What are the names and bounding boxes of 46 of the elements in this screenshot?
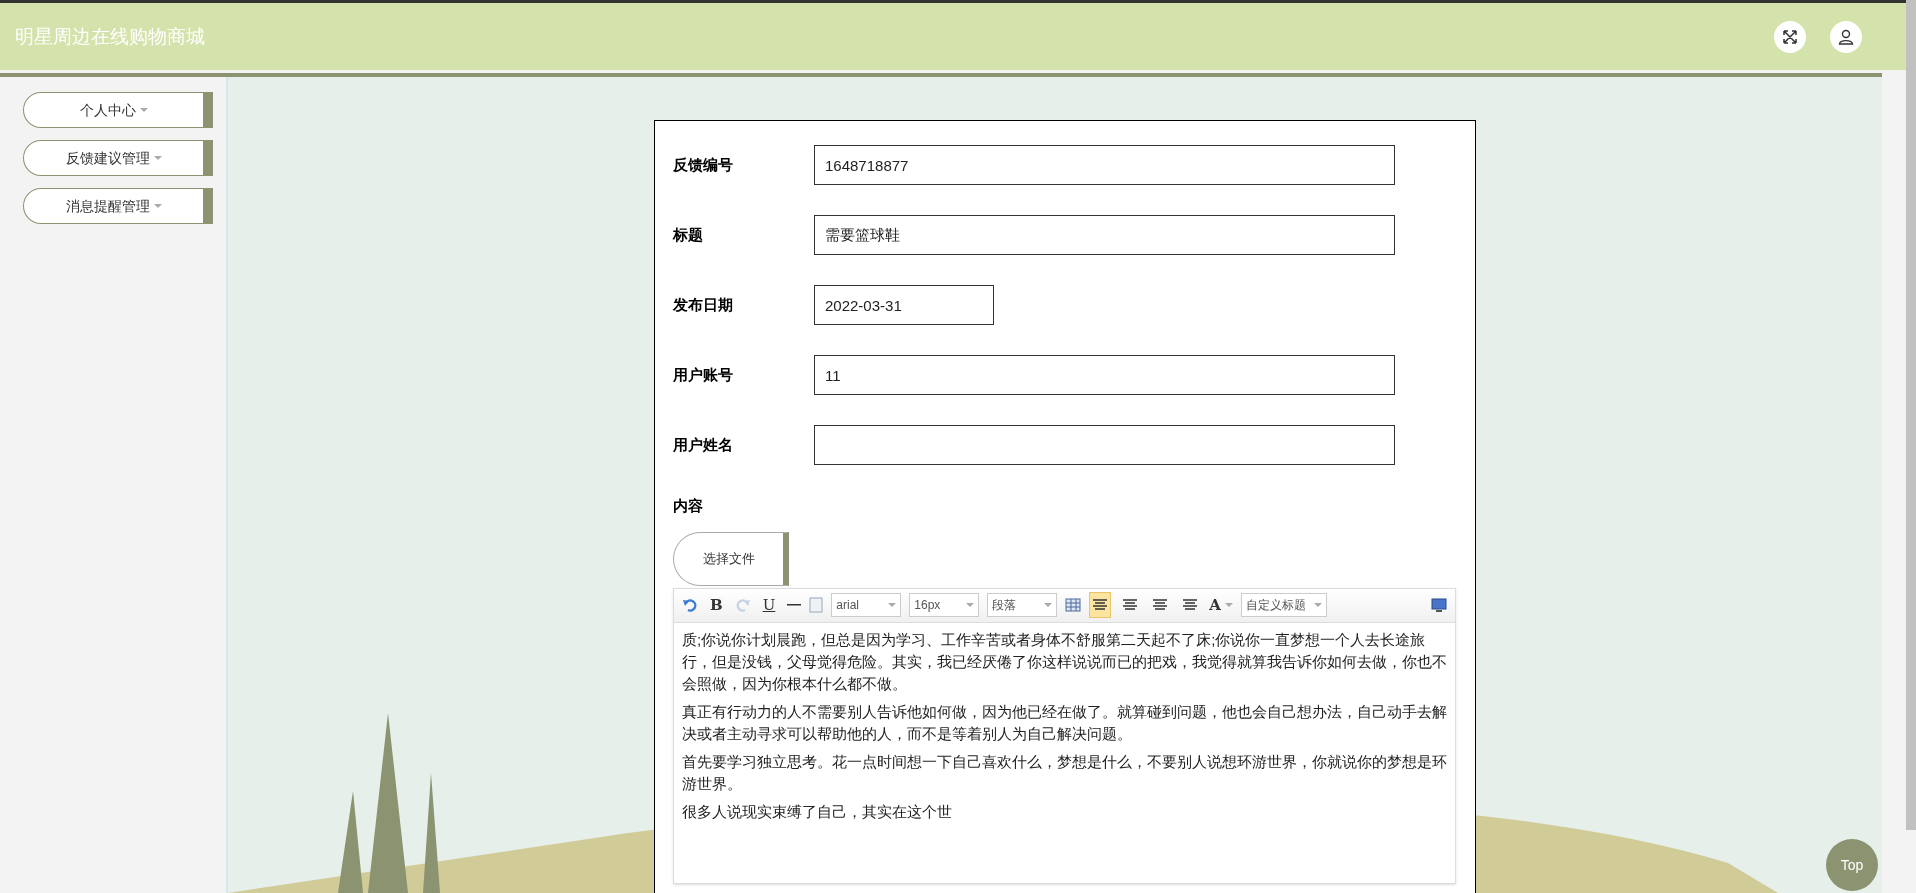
align-lines-icon: [1123, 599, 1138, 611]
underline-button[interactable]: U: [758, 592, 780, 618]
caret-icon: [966, 603, 975, 607]
editor-paragraph: 首先要学习独立思考。花一点时间想一下自己喜欢什么，梦想是什么，不要别人说想环游世界，你就说你的梦想是环游世界。: [682, 751, 1447, 794]
caret-icon: [139, 108, 148, 112]
input-field[interactable]: 1648718877: [814, 145, 1395, 185]
field-label: 反馈编号: [673, 154, 734, 175]
table-icon[interactable]: [1065, 598, 1082, 612]
editor-paragraph: 质;你说你计划晨跑，但总是因为学习、工作辛苦或者身体不舒服第二天起不了床;你说你一直梦想一个人去长途旅行，但是没钱，父母觉得危险。其实，我已经厌倦了你这样说说而已的把戏，我觉得就算我告诉你如何去做，你也不会照做，因为你根本什么都不做。: [682, 629, 1447, 694]
align-lines-icon: [1183, 599, 1198, 611]
site-title: 明星周边在线购物商城: [15, 24, 205, 50]
undo-icon[interactable]: [682, 597, 698, 613]
caret-icon: [153, 204, 162, 208]
bold-button[interactable]: B: [706, 592, 727, 618]
font-color-button[interactable]: A: [1209, 592, 1233, 618]
editor-paragraph: 真正有行动力的人不需要别人告诉他如何做，因为他已经在做了。就算碰到问题，他也会自己想办法，自己动手去解决或者主动寻求可以帮助他的人，而不是等着别人为自己解决问题。: [682, 701, 1447, 744]
monitor-icon[interactable]: [1431, 597, 1447, 613]
field-label: 内容: [673, 496, 704, 516]
caret-icon: [1044, 603, 1053, 607]
sidebar-menu-item[interactable]: 消息提醒管理: [23, 188, 213, 224]
sidebar-menu-item[interactable]: 个人中心: [23, 92, 213, 128]
field-label: 用户账号: [673, 364, 734, 385]
horizontal-rule-icon[interactable]: [787, 603, 802, 607]
dropdown-select[interactable]: 16px: [909, 593, 980, 617]
input-field[interactable]: 11: [814, 355, 1395, 395]
sidebar-menu-item[interactable]: 反馈建议管理: [23, 140, 213, 176]
caret-icon: [1225, 603, 1233, 607]
dropdown-select[interactable]: 自定义标题: [1241, 593, 1327, 617]
caret-icon: [888, 603, 897, 607]
caret-icon: [153, 156, 162, 160]
align-button[interactable]: [1089, 592, 1112, 618]
input-field[interactable]: [814, 425, 1395, 465]
align-lines-icon: [1093, 599, 1108, 611]
dropdown-select[interactable]: arial: [831, 593, 902, 617]
input-field[interactable]: 2022-03-31: [814, 285, 994, 325]
editor-paragraph: 很多人说现实束缚了自己，其实在这个世: [682, 801, 953, 822]
fullscreen-icon[interactable]: [1774, 20, 1806, 53]
user-icon[interactable]: [1830, 20, 1862, 53]
field-label: 标题: [673, 224, 704, 245]
field-label: 发布日期: [673, 294, 734, 315]
field-label: 用户姓名: [673, 434, 734, 455]
choose-file-button[interactable]: 选择文件: [673, 531, 789, 586]
dropdown-select[interactable]: 段落: [987, 593, 1058, 617]
caret-icon: [1314, 603, 1322, 607]
align-lines-icon: [1153, 599, 1168, 611]
input-field[interactable]: 需要篮球鞋: [814, 215, 1395, 255]
